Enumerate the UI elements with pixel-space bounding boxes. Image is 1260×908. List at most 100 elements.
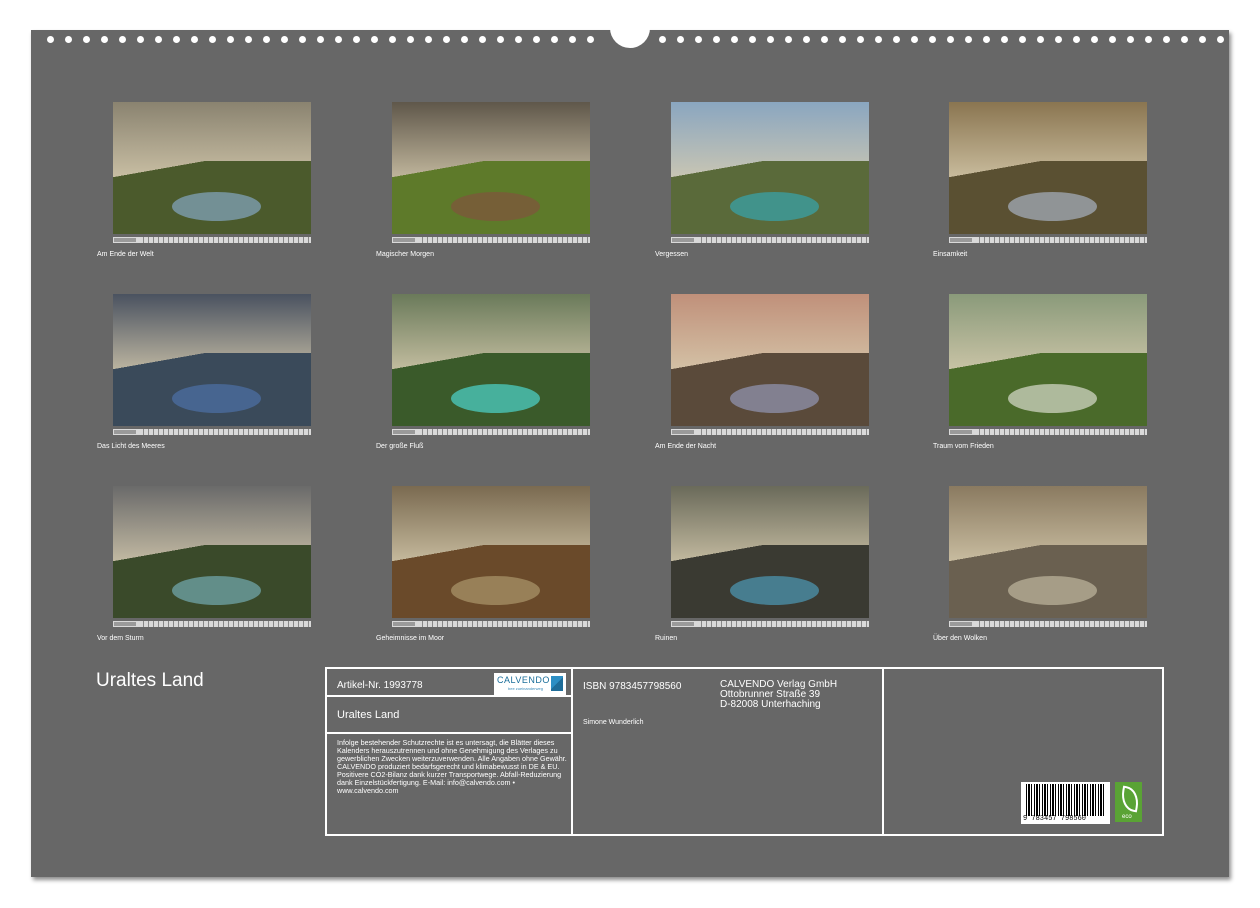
- month-photo: [113, 486, 311, 618]
- binding-hole: [281, 36, 288, 43]
- barcode-bars: [1026, 784, 1106, 816]
- month-caption: Der große Fluß: [376, 443, 590, 450]
- binding-hole: [983, 36, 990, 43]
- month-photo: [949, 294, 1147, 426]
- binding-hole: [191, 36, 198, 43]
- month-caption: Ruinen: [655, 635, 869, 642]
- barcode: 9 783457 798560: [1021, 782, 1110, 824]
- binding-hole: [389, 36, 396, 43]
- binding-hole: [1037, 36, 1044, 43]
- month-caption: Einsamkeit: [933, 251, 1147, 258]
- divider: [327, 695, 571, 697]
- barcode-number: 9 783457 798560: [1023, 815, 1086, 823]
- binding-hole: [1127, 36, 1134, 43]
- day-strip: [113, 621, 311, 627]
- binding-hole: [353, 36, 360, 43]
- binding-hole: [713, 36, 720, 43]
- month-preview: Einsamkeit: [949, 102, 1147, 258]
- binding-hole: [515, 36, 522, 43]
- binding-hole: [1001, 36, 1008, 43]
- info-box: Artikel-Nr. 1993778 CALVENDO bee zueinan…: [325, 667, 1164, 836]
- binding-hole: [1109, 36, 1116, 43]
- month-preview: Vergessen: [671, 102, 869, 258]
- binding-hole: [137, 36, 144, 43]
- eco-badge: eco: [1115, 782, 1142, 822]
- binding-hole: [263, 36, 270, 43]
- binding-hole: [173, 36, 180, 43]
- calendar-title: Uraltes Land: [96, 670, 204, 692]
- binding-hole: [749, 36, 756, 43]
- binding-hole: [1181, 36, 1188, 43]
- binding-hole: [533, 36, 540, 43]
- binding-hole: [155, 36, 162, 43]
- binding-hole: [947, 36, 954, 43]
- binding-hole: [101, 36, 108, 43]
- day-strip: [392, 237, 590, 243]
- month-photo: [949, 102, 1147, 234]
- publisher-line: D-82008 Unterhaching: [720, 700, 837, 710]
- binding-hole: [407, 36, 414, 43]
- binding-hole: [1091, 36, 1098, 43]
- divider: [882, 669, 884, 834]
- month-preview: Traum vom Frieden: [949, 294, 1147, 450]
- month-caption: Geheimnisse im Moor: [376, 635, 590, 642]
- binding-hole: [893, 36, 900, 43]
- binding-hole: [443, 36, 450, 43]
- binding-hole: [47, 36, 54, 43]
- day-strip: [113, 429, 311, 435]
- month-photo: [671, 294, 869, 426]
- logo-tagline: bee zueinanderweg: [508, 686, 543, 691]
- eco-label: eco: [1122, 814, 1132, 820]
- binding-hole: [1073, 36, 1080, 43]
- binding-hole: [461, 36, 468, 43]
- publisher-address: CALVENDO Verlag GmbH Ottobrunner Straße …: [720, 680, 837, 710]
- binding-hole: [209, 36, 216, 43]
- month-photo: [113, 294, 311, 426]
- month-preview: Das Licht des Meeres: [113, 294, 311, 450]
- month-photo: [392, 102, 590, 234]
- month-preview: Ruinen: [671, 486, 869, 642]
- binding-hole: [875, 36, 882, 43]
- binding-hole: [785, 36, 792, 43]
- day-strip: [671, 237, 869, 243]
- binding-hole: [497, 36, 504, 43]
- binding-hole: [245, 36, 252, 43]
- binding-hole: [659, 36, 666, 43]
- binding-hole: [299, 36, 306, 43]
- binding-hole: [1163, 36, 1170, 43]
- month-photo: [392, 486, 590, 618]
- isbn: ISBN 9783457798560: [583, 681, 681, 692]
- binding-hole: [965, 36, 972, 43]
- day-strip: [113, 237, 311, 243]
- month-photo: [949, 486, 1147, 618]
- month-caption: Vergessen: [655, 251, 869, 258]
- calendar-back-page: Am Ende der Welt Magischer Morgen Vergesse…: [31, 30, 1229, 877]
- binding-hole: [479, 36, 486, 43]
- calvendo-logo: CALVENDO bee zueinanderweg: [494, 673, 566, 695]
- day-strip: [949, 429, 1147, 435]
- month-preview: Vor dem Sturm: [113, 486, 311, 642]
- binding-hole: [119, 36, 126, 43]
- month-preview: Magischer Morgen: [392, 102, 590, 258]
- binding-hole: [803, 36, 810, 43]
- month-preview: Der große Fluß: [392, 294, 590, 450]
- article-number: Artikel-Nr. 1993778: [337, 680, 423, 691]
- month-caption: Magischer Morgen: [376, 251, 590, 258]
- binding-hole: [335, 36, 342, 43]
- binding-hole: [929, 36, 936, 43]
- product-title: Uraltes Land: [337, 709, 399, 721]
- month-preview: Am Ende der Welt: [113, 102, 311, 258]
- month-preview: Geheimnisse im Moor: [392, 486, 590, 642]
- binding-hole: [83, 36, 90, 43]
- binding-hole: [371, 36, 378, 43]
- binding-hole: [1019, 36, 1026, 43]
- month-caption: Am Ende der Nacht: [655, 443, 869, 450]
- binding-hole: [1217, 36, 1224, 43]
- binding-hole: [839, 36, 846, 43]
- binding-hole: [1199, 36, 1206, 43]
- binding-hole: [1145, 36, 1152, 43]
- binding-hole: [587, 36, 594, 43]
- month-caption: Am Ende der Welt: [97, 251, 311, 258]
- binding-hole: [677, 36, 684, 43]
- month-caption: Das Licht des Meeres: [97, 443, 311, 450]
